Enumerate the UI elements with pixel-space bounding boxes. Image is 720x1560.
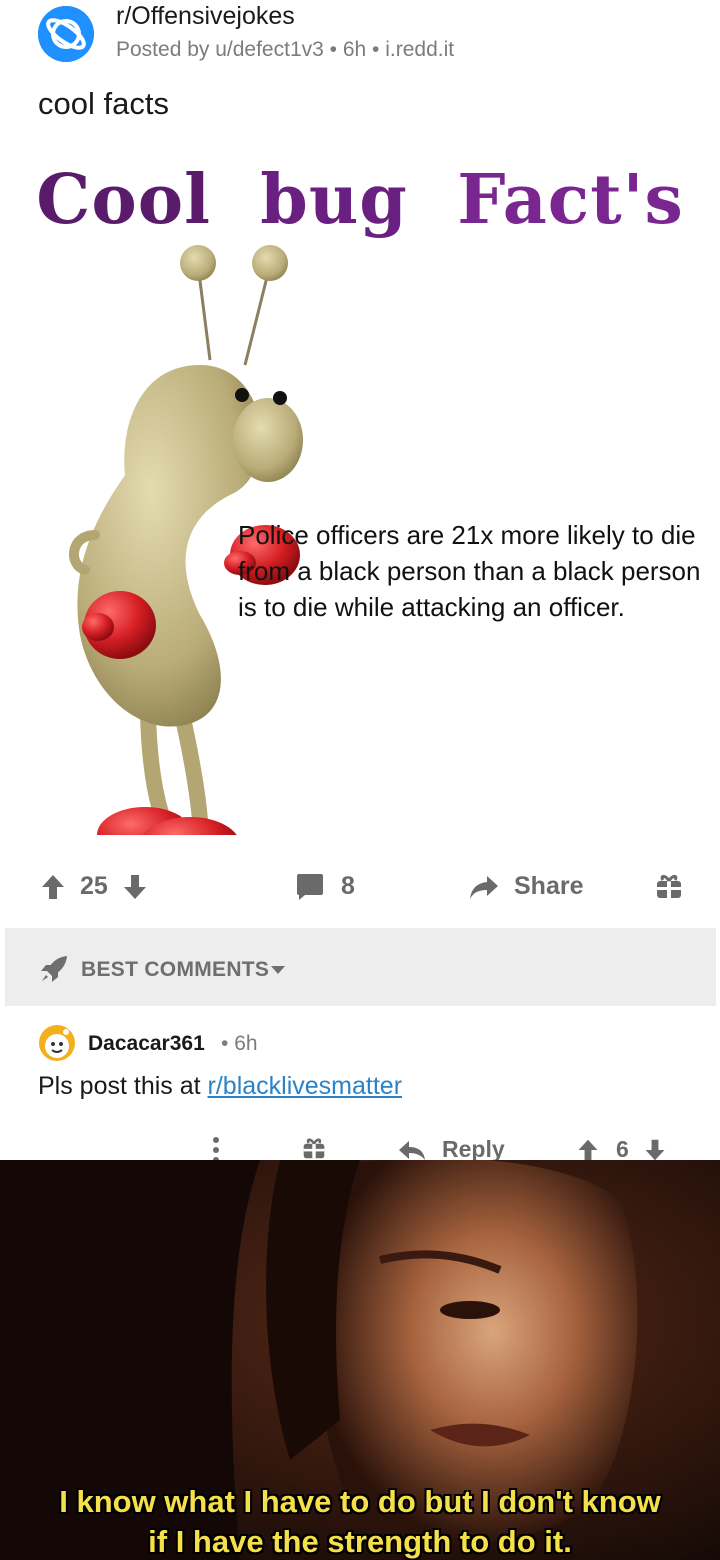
gift-icon [303,1138,325,1159]
sort-label: BEST COMMENTS [81,958,270,981]
comment-icon [297,873,323,900]
meme-fact-text: Police officers are 21x more likely to d… [238,520,701,622]
reply-button[interactable]: Reply [398,1136,505,1163]
reply-icon [399,1140,425,1160]
comments-button[interactable]: 8 [295,872,355,901]
post-image[interactable]: Cool bug Fact's Police officers are 21x … [0,140,720,840]
comment: Dacacar361 • 6h Pls post this at r/black… [0,1018,720,1163]
meta-dot: • [329,38,343,61]
subreddit-name[interactable]: r/Offensivejokes [116,2,295,31]
post-meta: Posted by u/defect1v3 • 6h • i.redd.it [116,38,454,62]
upvote-icon[interactable] [576,1138,600,1162]
award-button[interactable] [655,872,683,900]
post-domain[interactable]: i.redd.it [385,38,454,61]
gift-icon [657,874,681,898]
comment-username[interactable]: Dacacar361 [88,1032,205,1056]
subreddit-link[interactable]: r/blacklivesmatter [208,1072,403,1100]
comment-count: 8 [341,872,355,900]
chevron-down-icon [271,966,285,974]
share-label: Share [514,872,584,900]
comment-age: • 6h [221,1032,258,1055]
upvote-icon[interactable] [40,873,66,901]
meme-title-word: Fact's [457,160,684,240]
subreddit-avatar[interactable] [38,6,94,62]
downvote-icon[interactable] [122,873,148,901]
reply-label: Reply [442,1136,505,1162]
post-header: r/Offensivejokes Posted by u/defect1v3 •… [0,0,720,78]
comment-body: Pls post this at r/blacklivesmatter [38,1072,402,1101]
rocket-icon [41,956,67,982]
comment-age-value: 6h [234,1032,258,1055]
comment-award-button[interactable] [302,1136,326,1160]
meme-title-word: Cool [36,160,211,240]
meme-title-word: bug [260,160,408,240]
comment-text: Pls post this at [38,1072,208,1100]
comment-score: 6 [616,1136,629,1162]
post-score: 25 [80,872,108,900]
vote-control: 25 [40,872,148,901]
planet-icon [38,6,94,62]
downvote-icon[interactable] [643,1138,667,1162]
user-avatar[interactable] [38,1024,76,1062]
share-button[interactable]: Share [468,872,583,901]
post-title[interactable]: cool facts [38,86,169,122]
comment-vote-control: 6 [576,1136,667,1163]
caption-line-1: I know what I have to do but I don't kno… [59,1484,661,1519]
comment-sort-bar[interactable]: BEST COMMENTS [5,928,716,1006]
meta-dot: • [372,38,386,61]
post-action-bar: 25 8 Share [0,862,720,920]
share-icon [470,875,498,899]
posted-by[interactable]: Posted by u/defect1v3 [116,38,324,61]
post-age: 6h [342,38,367,61]
caption-line-2: if I have the strength to do it. [148,1524,572,1559]
meme-title: Cool bug Fact's [0,160,720,240]
